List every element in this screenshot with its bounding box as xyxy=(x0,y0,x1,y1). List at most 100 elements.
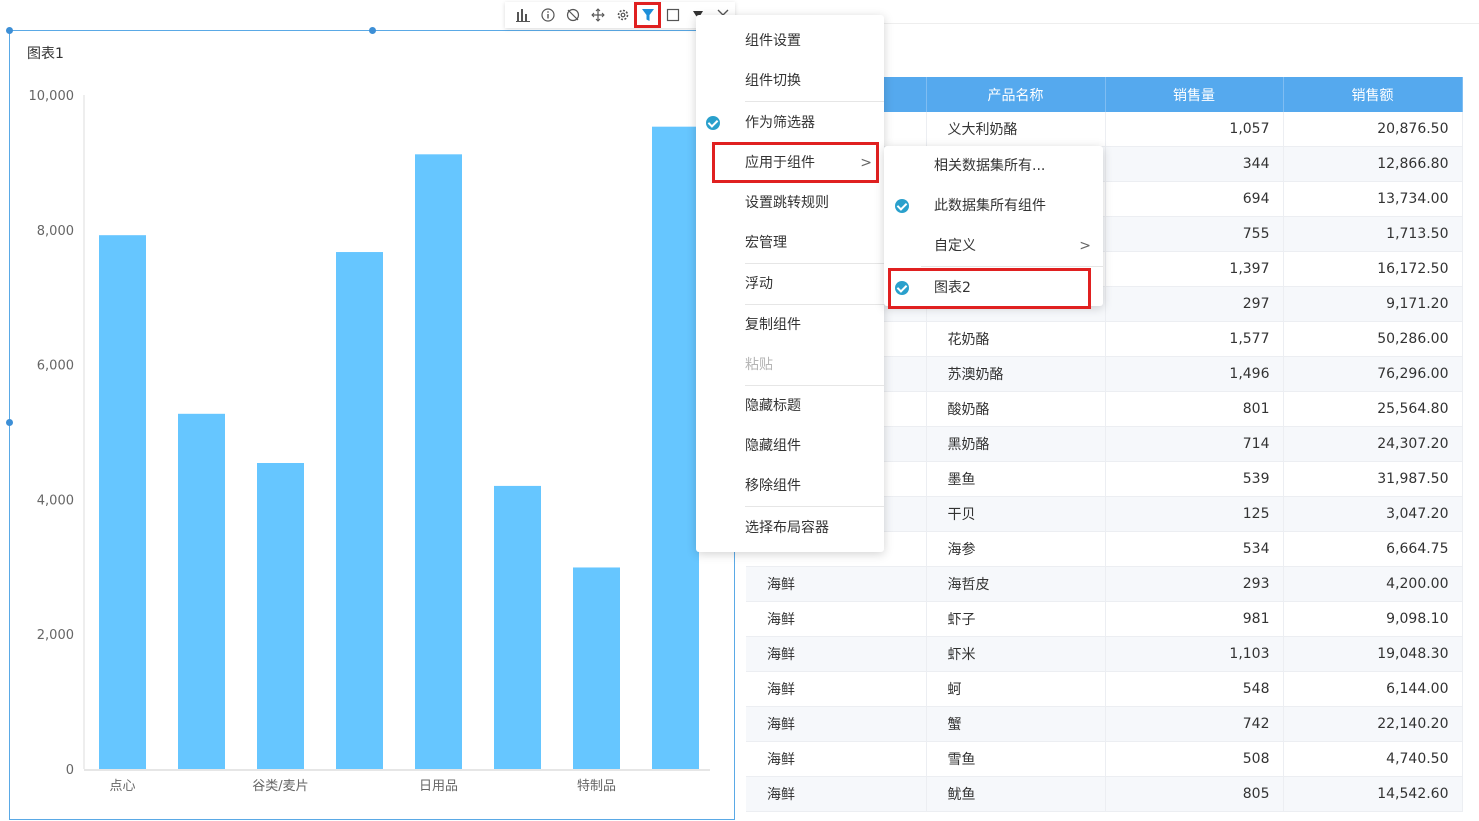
table-cell-amount: 14,542.60 xyxy=(1283,776,1463,812)
table-cell-amount: 16,172.50 xyxy=(1283,251,1463,287)
table-cell-product: 干贝 xyxy=(926,496,1106,532)
table-row[interactable]: 海鲜蟹 742 22,140.20 xyxy=(746,706,1463,742)
context-menu-item[interactable]: 移除组件 xyxy=(696,466,884,506)
menu-item-label: 设置跳转规则 xyxy=(745,195,829,211)
menu-separator xyxy=(745,101,884,102)
menu-separator xyxy=(921,266,1103,267)
table-cell-product: 苏澳奶酪 xyxy=(926,356,1106,392)
submenu-item[interactable]: 相关数据集所有... xyxy=(884,146,1103,186)
table-cell-quantity: 1,057 xyxy=(1105,112,1284,147)
table-row[interactable]: 海鲜 雪鱼 508 4,740.50 xyxy=(746,741,1463,777)
info-icon[interactable] xyxy=(536,3,561,27)
table-cell-quantity: 1,496 xyxy=(1105,356,1284,392)
context-menu-item[interactable]: 复制组件 xyxy=(696,305,884,345)
y-tick-label: 6,000 xyxy=(37,359,74,374)
table-cell-product: 虾米 xyxy=(926,636,1106,672)
x-tick-label: 谷类/麦片 xyxy=(252,779,308,794)
settings-icon[interactable] xyxy=(611,3,636,27)
table-cell-product: 鱿鱼 xyxy=(926,776,1106,812)
table-cell-quantity: 508 xyxy=(1105,741,1284,777)
y-tick-label: 4,000 xyxy=(37,493,74,508)
table-cell-amount: 13,734.00 xyxy=(1283,181,1463,217)
column-header[interactable]: 销售量 xyxy=(1105,77,1284,112)
resize-handle-top-left[interactable] xyxy=(6,27,13,34)
link-off-icon[interactable] xyxy=(561,3,586,27)
menu-item-label: 作为筛选器 xyxy=(745,115,815,131)
context-menu-item[interactable]: 隐藏组件 xyxy=(696,426,884,466)
table-row[interactable]: 海鲜 虾子 981 9,098.10 xyxy=(746,601,1463,637)
table-cell-category: 海鲜 xyxy=(746,776,927,812)
table-cell-amount: 31,987.50 xyxy=(1283,461,1463,497)
table-cell-product: 黑奶酪 xyxy=(926,426,1106,462)
context-menu-item[interactable]: 设置跳转规则 xyxy=(696,183,884,223)
table-cell-quantity: 1,103 xyxy=(1105,636,1284,672)
table-cell-amount: 1,713.50 xyxy=(1283,216,1463,252)
table-cell-amount: 20,876.50 xyxy=(1283,112,1463,147)
context-menu-item[interactable]: 隐藏标题 xyxy=(696,386,884,426)
table-cell-quantity: 981 xyxy=(1105,601,1284,637)
bar xyxy=(652,126,699,770)
submenu-item[interactable]: 自定义 > xyxy=(884,226,1103,266)
table-row[interactable]: 海鲜 鱿鱼 805 14,542.60 xyxy=(746,776,1463,812)
check-icon xyxy=(706,116,720,130)
x-tick-label: 日用品 xyxy=(419,779,458,794)
bar xyxy=(415,154,462,769)
table-cell-amount: 6,144.00 xyxy=(1283,671,1463,707)
table-cell-product: 酸奶酪 xyxy=(926,391,1106,427)
menu-item-label: 宏管理 xyxy=(745,235,787,251)
table-cell-amount: 6,664.75 xyxy=(1283,531,1463,567)
table-cell-category: 海鲜 xyxy=(746,636,927,672)
table-row[interactable]: 海鲜 海哲皮 293 4,200.00 xyxy=(746,566,1463,602)
menu-item-label: 此数据集所有组件 xyxy=(934,198,1046,214)
menu-item-label: 浮动 xyxy=(745,276,773,292)
chart-type-icon[interactable] xyxy=(511,3,536,27)
table-cell-quantity: 297 xyxy=(1105,286,1284,322)
table-cell-amount: 22,140.20 xyxy=(1283,706,1463,742)
highlight-box xyxy=(888,268,1091,309)
table-cell-quantity: 548 xyxy=(1105,671,1284,707)
table-cell-product: 虾子 xyxy=(926,601,1106,637)
move-icon[interactable] xyxy=(586,3,611,27)
table-row[interactable]: 海鲜 虾米 1,103 19,048.30 xyxy=(746,636,1463,672)
menu-item-label: 移除组件 xyxy=(745,478,801,494)
maximize-icon[interactable] xyxy=(660,3,685,27)
table-cell-product: 海参 xyxy=(926,531,1106,567)
table-cell-product: 蟹 xyxy=(926,706,1106,742)
table-cell-product: 海哲皮 xyxy=(926,566,1106,602)
y-tick-label: 10,000 xyxy=(29,89,75,104)
column-header[interactable]: 产品名称 xyxy=(926,77,1106,112)
table-cell-amount: 12,866.80 xyxy=(1283,146,1463,182)
menu-item-label: 隐藏标题 xyxy=(745,398,801,414)
y-tick-label: 2,000 xyxy=(37,628,74,643)
table-cell-quantity: 714 xyxy=(1105,426,1284,462)
table-cell-category: 海鲜 xyxy=(746,741,927,777)
table-cell-quantity: 293 xyxy=(1105,566,1284,602)
bar xyxy=(257,463,304,769)
table-cell-category: 海鲜 xyxy=(746,706,927,742)
resize-handle-left[interactable] xyxy=(6,419,13,426)
column-header[interactable]: 销售额 xyxy=(1283,77,1463,112)
context-menu-item[interactable]: 组件设置 xyxy=(696,21,884,61)
table-cell-quantity: 344 xyxy=(1105,146,1284,182)
context-menu-item[interactable]: 浮动 xyxy=(696,264,884,304)
resize-handle-top[interactable] xyxy=(369,27,376,34)
table-cell-amount: 76,296.00 xyxy=(1283,356,1463,392)
x-tick-label: 特制品 xyxy=(577,779,616,794)
context-menu-item[interactable]: 作为筛选器 xyxy=(696,103,884,143)
table-cell-quantity: 742 xyxy=(1105,706,1284,742)
chart-widget[interactable]: 图表1 10,000 8,000 6,000 4,000 2,000 0 点心 谷类/麦片 日用… xyxy=(9,30,735,820)
filter-icon[interactable] xyxy=(634,2,662,28)
bar xyxy=(494,485,541,769)
bar xyxy=(573,567,620,769)
context-menu-item[interactable]: 选择布局容器 xyxy=(696,508,884,548)
menu-item-label: 选择布局容器 xyxy=(745,520,829,536)
y-tick-label: 8,000 xyxy=(37,224,74,239)
table-row[interactable]: 海鲜蚵 548 6,144.00 xyxy=(746,671,1463,707)
context-menu-item[interactable]: 组件切换 xyxy=(696,61,884,101)
submenu-item[interactable]: 此数据集所有组件 xyxy=(884,186,1103,226)
table-cell-quantity: 125 xyxy=(1105,496,1284,532)
highlight-box xyxy=(712,142,879,183)
context-menu-item[interactable]: 宏管理 xyxy=(696,223,884,263)
menu-item-label: 相关数据集所有... xyxy=(934,158,1046,174)
table-cell-quantity: 539 xyxy=(1105,461,1284,497)
